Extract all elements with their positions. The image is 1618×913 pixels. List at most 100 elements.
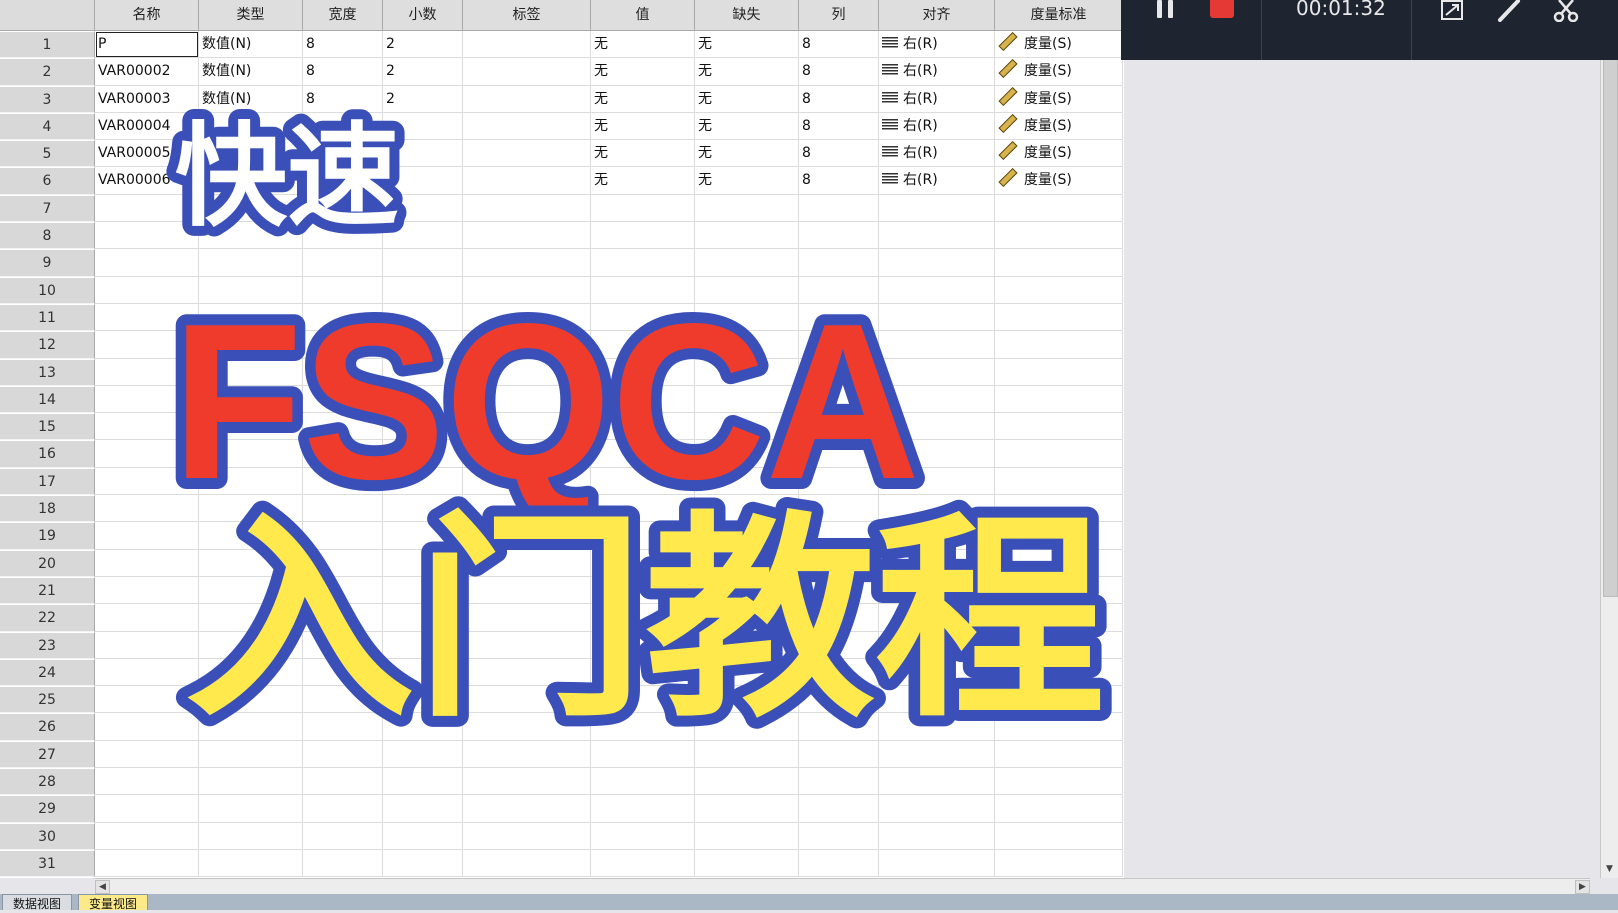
cell-values[interactable] <box>591 413 695 441</box>
cell-label[interactable] <box>463 713 591 741</box>
cell-type[interactable] <box>199 467 303 496</box>
cell-label[interactable] <box>463 58 591 86</box>
row-number[interactable]: 29 <box>0 795 95 823</box>
cell-type[interactable] <box>199 194 303 223</box>
cell-name[interactable] <box>95 303 199 332</box>
row-number[interactable]: 17 <box>0 467 95 496</box>
row-number[interactable]: 20 <box>0 549 95 577</box>
row-number[interactable]: 1 <box>0 31 95 59</box>
cell-values[interactable] <box>591 768 695 796</box>
row-number[interactable]: 6 <box>0 167 95 195</box>
cell-missing[interactable]: 无 <box>695 167 799 195</box>
cell-name[interactable] <box>95 849 199 878</box>
cell-measure[interactable] <box>995 768 1123 796</box>
cell-columns[interactable] <box>799 576 879 605</box>
cell-columns[interactable] <box>799 549 879 577</box>
cell-name[interactable]: VAR00003 <box>95 85 199 113</box>
cell-name[interactable] <box>95 658 199 687</box>
cell-align[interactable] <box>879 549 995 577</box>
cell-label[interactable] <box>463 85 591 113</box>
cell-decimals[interactable] <box>383 276 463 304</box>
cell-measure[interactable] <box>995 686 1123 714</box>
cell-columns[interactable] <box>799 440 879 468</box>
cell-values[interactable] <box>591 358 695 386</box>
cell-measure[interactable] <box>995 385 1123 414</box>
cell-width[interactable] <box>303 549 383 577</box>
cell-align[interactable] <box>879 658 995 687</box>
cell-columns[interactable] <box>799 358 879 386</box>
cell-label[interactable] <box>463 768 591 796</box>
cell-align[interactable] <box>879 331 995 359</box>
cell-align[interactable] <box>879 194 995 223</box>
row-number[interactable]: 31 <box>0 849 95 878</box>
cell-label[interactable] <box>463 167 591 195</box>
row-number[interactable]: 13 <box>0 358 95 386</box>
cell-values[interactable] <box>591 576 695 605</box>
cell-type[interactable] <box>199 713 303 741</box>
cell-label[interactable] <box>463 686 591 714</box>
row-number[interactable]: 27 <box>0 740 95 769</box>
cell-decimals[interactable] <box>383 849 463 878</box>
cell-label[interactable] <box>463 822 591 850</box>
cell-columns[interactable]: 8 <box>799 31 879 59</box>
cell-missing[interactable] <box>695 686 799 714</box>
cell-align[interactable] <box>879 222 995 250</box>
scissors-icon[interactable] <box>1553 0 1579 23</box>
cell-decimals[interactable] <box>383 467 463 496</box>
row-number[interactable]: 21 <box>0 576 95 605</box>
cell-name[interactable] <box>95 194 199 223</box>
column-header-name[interactable]: 名称 <box>95 0 199 31</box>
cell-label[interactable] <box>463 331 591 359</box>
cell-width[interactable] <box>303 303 383 332</box>
cell-columns[interactable] <box>799 849 879 878</box>
cell-measure[interactable] <box>995 795 1123 823</box>
cell-align[interactable] <box>879 686 995 714</box>
cell-measure[interactable] <box>995 849 1123 878</box>
cell-width[interactable] <box>303 358 383 386</box>
cell-missing[interactable] <box>695 658 799 687</box>
cell-name[interactable] <box>95 604 199 632</box>
cell-align[interactable] <box>879 740 995 769</box>
cell-values[interactable] <box>591 822 695 850</box>
cell-measure[interactable] <box>995 331 1123 359</box>
cell-type[interactable] <box>199 686 303 714</box>
cell-label[interactable] <box>463 413 591 441</box>
cell-values[interactable] <box>591 331 695 359</box>
cell-columns[interactable] <box>799 194 879 223</box>
cell-type[interactable] <box>199 249 303 277</box>
cell-width[interactable] <box>303 222 383 250</box>
cell-columns[interactable] <box>799 331 879 359</box>
cell-align[interactable] <box>879 440 995 468</box>
tab-data-view[interactable]: 数据视图 <box>2 894 73 911</box>
row-number[interactable]: 7 <box>0 194 95 223</box>
cell-align[interactable]: 右(R) <box>879 31 995 59</box>
cell-columns[interactable]: 8 <box>799 112 879 141</box>
cell-type[interactable] <box>199 604 303 632</box>
cell-type[interactable]: 数值(N) <box>199 85 303 113</box>
cell-columns[interactable] <box>799 222 879 250</box>
cell-decimals[interactable] <box>383 740 463 769</box>
cell-decimals[interactable] <box>383 413 463 441</box>
cell-name[interactable] <box>95 686 199 714</box>
cell-decimals[interactable] <box>383 768 463 796</box>
cell-measure[interactable] <box>995 467 1123 496</box>
cell-name[interactable] <box>95 222 199 250</box>
cell-columns[interactable]: 8 <box>799 167 879 195</box>
cell-values[interactable] <box>591 849 695 878</box>
cell-measure[interactable] <box>995 631 1123 659</box>
cell-align[interactable]: 右(R) <box>879 167 995 195</box>
cell-decimals[interactable] <box>383 249 463 277</box>
cell-decimals[interactable] <box>383 140 463 168</box>
cell-label[interactable] <box>463 222 591 250</box>
cell-values[interactable]: 无 <box>591 112 695 141</box>
cell-type[interactable]: 数值(N) <box>199 58 303 86</box>
cell-label[interactable] <box>463 358 591 386</box>
horizontal-scrollbar[interactable]: ◀ ▶ <box>95 878 1590 895</box>
cell-columns[interactable] <box>799 385 879 414</box>
cell-measure[interactable] <box>995 194 1123 223</box>
cell-columns[interactable] <box>799 303 879 332</box>
cell-name[interactable] <box>95 795 199 823</box>
cell-decimals[interactable] <box>383 331 463 359</box>
cell-align[interactable] <box>879 303 995 332</box>
cell-missing[interactable] <box>695 249 799 277</box>
